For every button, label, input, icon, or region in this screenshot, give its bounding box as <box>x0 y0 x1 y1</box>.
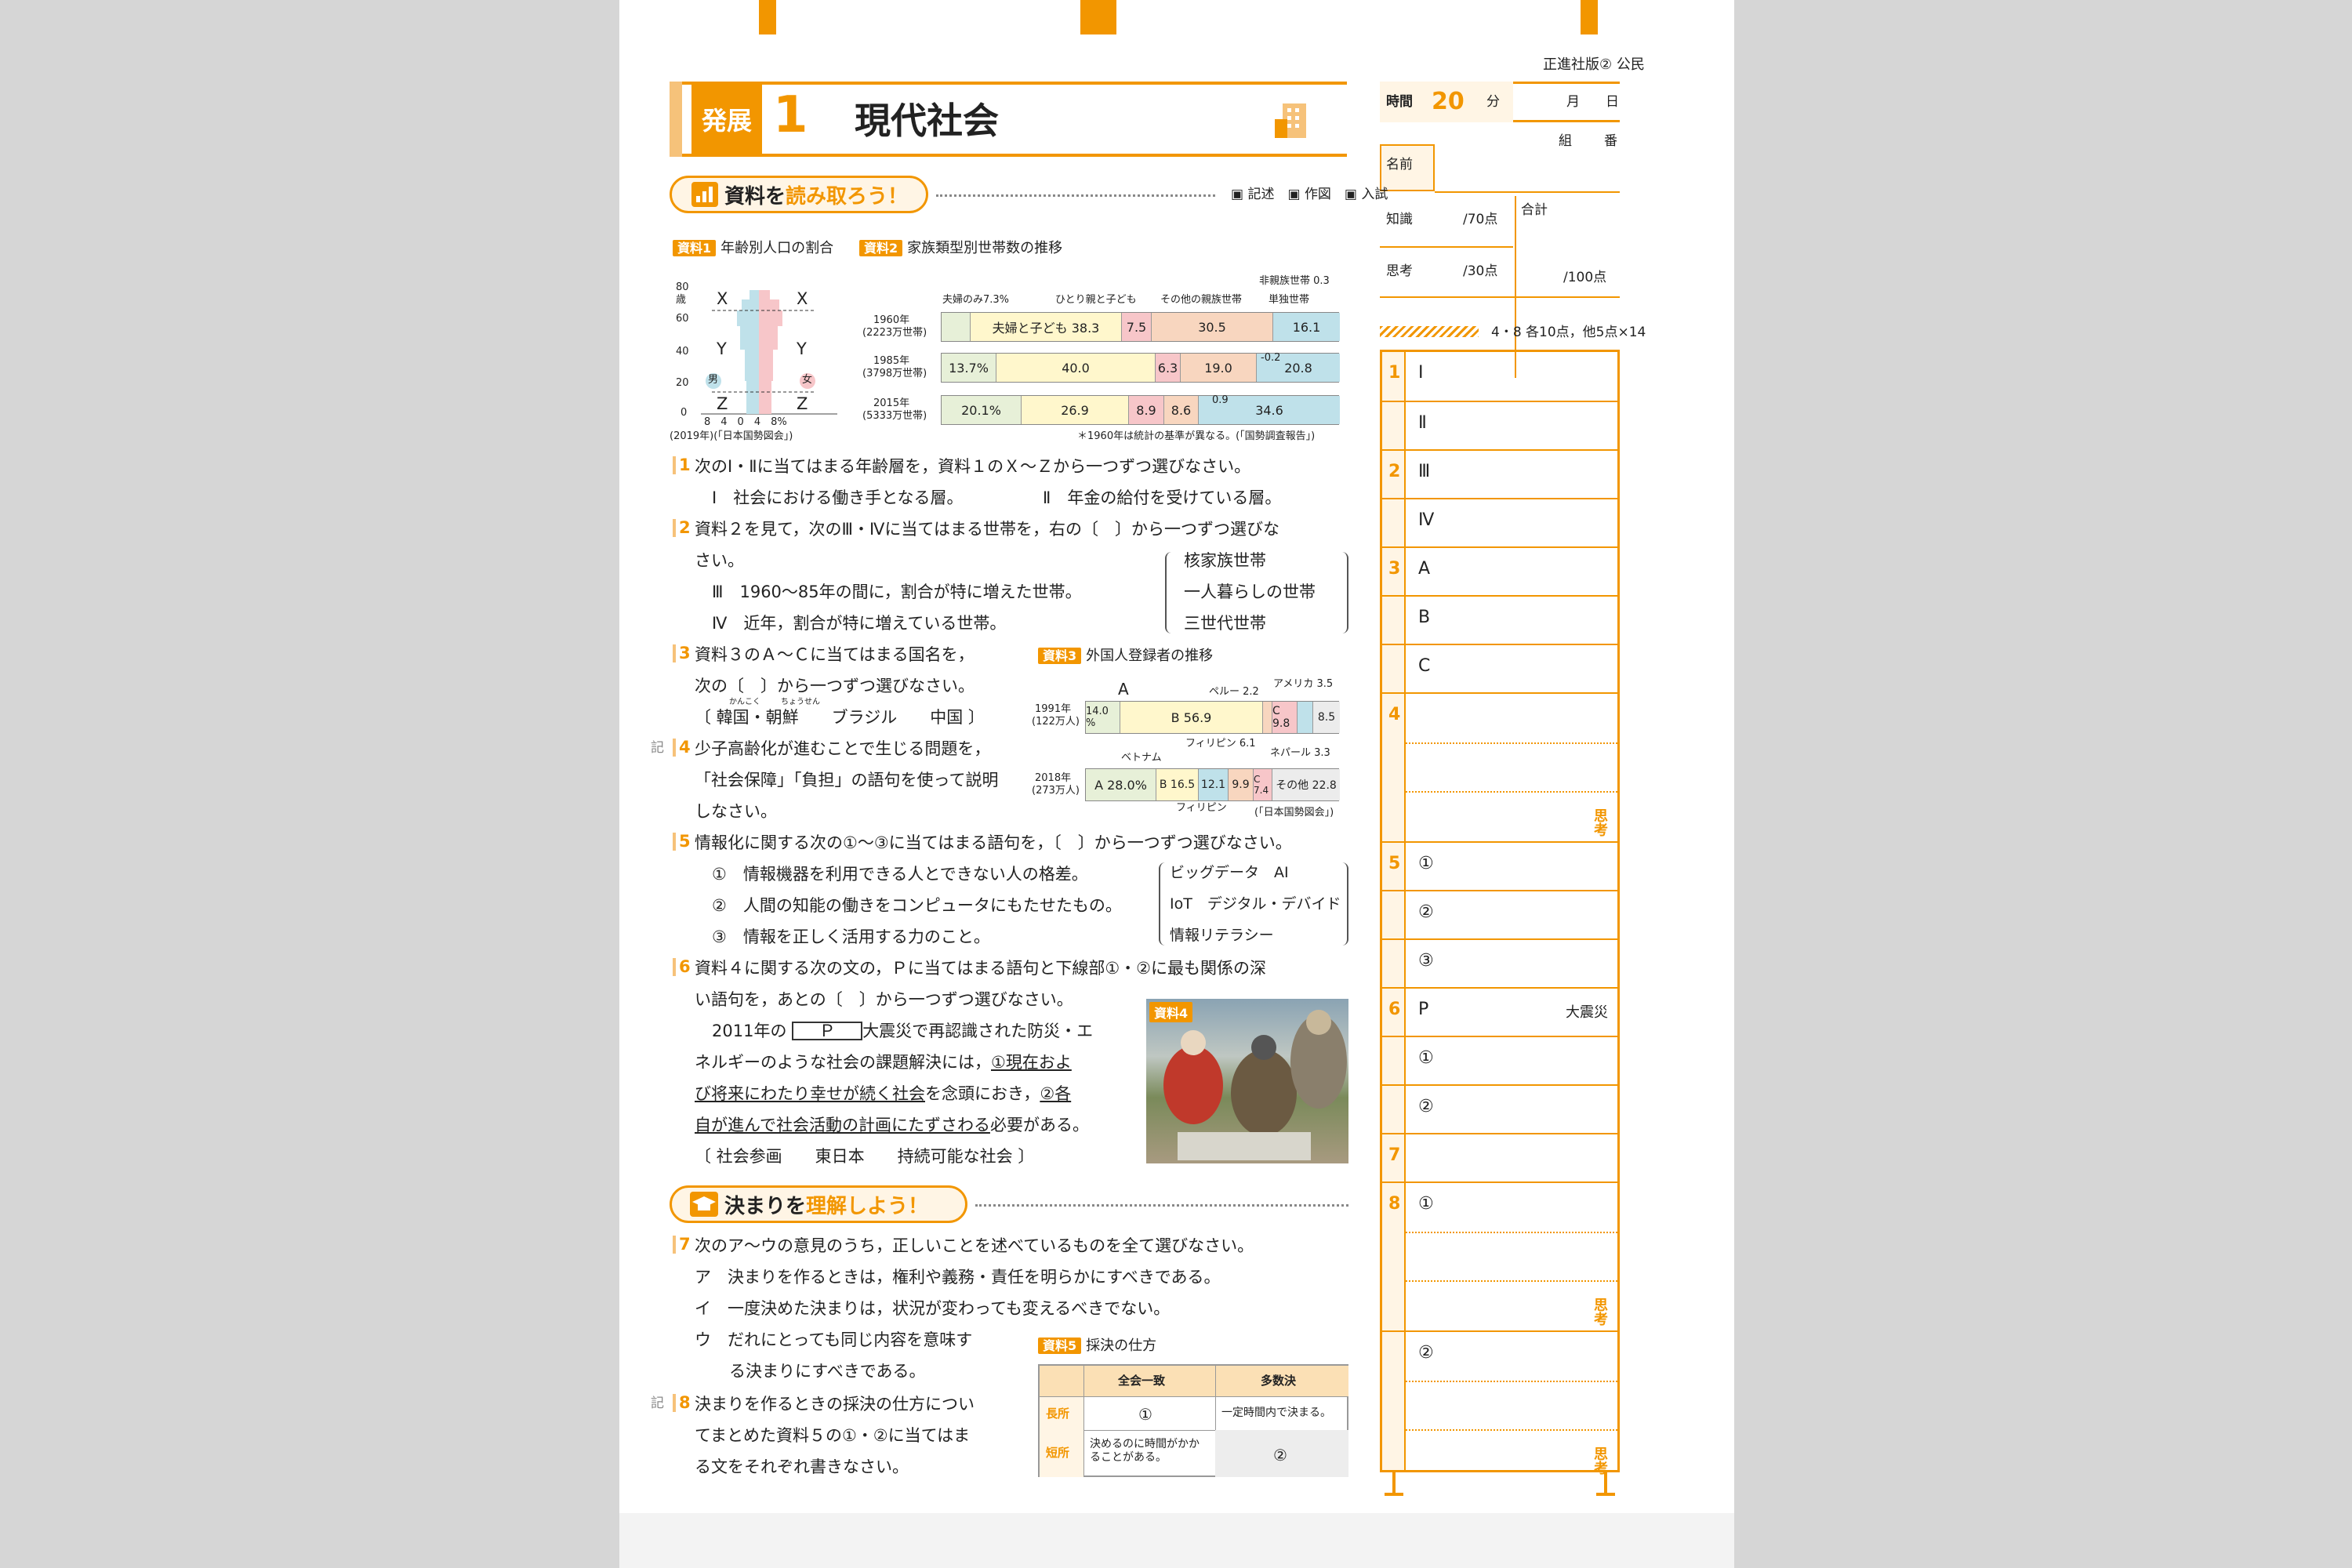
building-icon <box>1270 96 1317 143</box>
answer-row[interactable]: B <box>1382 595 1617 644</box>
answer-label: Ⅰ <box>1418 363 1424 383</box>
answer-label: ② <box>1418 1343 1434 1363</box>
q2-number: 2 <box>673 518 691 538</box>
q3-number: 3 <box>673 644 691 663</box>
answer-row[interactable]: ② 思考 <box>1382 1330 1617 1479</box>
answer-label: B <box>1418 608 1431 627</box>
answer-label: ① <box>1418 1194 1434 1214</box>
binder-tab <box>1080 0 1116 34</box>
answer-row[interactable]: ② <box>1382 890 1617 938</box>
info-panel: 時間 20 分 月 日 組 番 名前 知識 /70点 思考 /30点 合計 /1… <box>1380 82 1620 378</box>
answer-row[interactable]: Ⅳ <box>1382 498 1617 546</box>
binder-tab <box>759 0 776 34</box>
page-title: 現代社会 <box>855 100 999 142</box>
q6-number: 6 <box>673 957 691 977</box>
time-value: 20 <box>1432 88 1465 115</box>
thinking-mark: 思考 <box>1592 1298 1608 1326</box>
blank-p: Ｐ <box>792 1022 863 1040</box>
answer-row[interactable]: 8 ① 思考 <box>1382 1181 1617 1330</box>
q1-number: 1 <box>673 456 691 475</box>
population-pyramid: 80 60 40 20 0 歳 XX YY ZZ 男 女 8 4 0 4 8% <box>673 281 837 439</box>
answer-suffix: 大震災 <box>1566 1004 1608 1021</box>
answer-number: 6 <box>1388 1000 1401 1019</box>
answer-label: Ⅱ <box>1418 413 1427 433</box>
legend: ▣ 記述 ▣ 作図 ▣ 入試 <box>1231 187 1388 202</box>
answer-label: Ⅳ <box>1418 510 1435 530</box>
mat3-caption: 資料3 外国人登録者の推移 <box>1038 648 1213 665</box>
answer-number: 2 <box>1388 462 1401 481</box>
mat5-caption: 資料5 採決の仕方 <box>1038 1338 1156 1355</box>
name-label: 名前 <box>1386 157 1413 172</box>
answer-row[interactable]: 1Ⅰ <box>1382 352 1617 401</box>
answer-row[interactable]: ③ <box>1382 938 1617 987</box>
answer-label: ① <box>1418 1048 1434 1068</box>
answer-label: A <box>1418 559 1431 579</box>
foreign-residents-2018: A 28.0% B 16.5 12.1 9.9 C 7.4 その他 22.8 <box>1085 768 1340 801</box>
answer-number: 7 <box>1388 1145 1401 1165</box>
answer-label: ② <box>1418 1097 1434 1116</box>
graduation-cap-icon <box>690 1192 718 1217</box>
binder-tab <box>1581 0 1598 34</box>
badge-hatten: 発展 <box>691 82 762 157</box>
chart-icon <box>691 182 718 207</box>
q4-number: 4 <box>673 738 691 757</box>
answer-number: 3 <box>1388 559 1401 579</box>
page-bottom <box>619 1513 1734 1568</box>
household-bar-1960: 夫婦と子ども 38.3 7.5 30.5 16.1 <box>941 312 1340 342</box>
answer-row[interactable]: 4 思考 <box>1382 692 1617 841</box>
disaster-photo: 資料4 <box>1146 999 1348 1163</box>
answer-row[interactable]: 2Ⅲ <box>1382 449 1617 498</box>
answer-label: P <box>1418 1000 1429 1019</box>
answer-number: 8 <box>1388 1194 1401 1214</box>
mat2-caption: 資料2 家族類型別世帯数の推移 <box>859 240 1062 257</box>
answer-row[interactable]: 7 <box>1382 1133 1617 1181</box>
unit-number: 1 <box>773 86 808 144</box>
answer-number: 1 <box>1388 363 1401 383</box>
q7-number: 7 <box>673 1235 691 1254</box>
answer-label: ① <box>1418 854 1434 873</box>
worksheet-page: 発展 1 現代社会 正進社版② 公民 時間 20 分 月 日 組 番 名前 知識… <box>619 0 1734 1568</box>
answer-row[interactable]: Ⅱ <box>1382 401 1617 449</box>
answer-row[interactable]: 3A <box>1382 546 1617 595</box>
answer-row[interactable]: 5① <box>1382 841 1617 890</box>
q5-number: 5 <box>673 832 691 851</box>
mat1-caption: 資料1 年齢別人口の割合 <box>673 240 833 257</box>
voting-table: 全会一致 多数決 長所 ① 一定時間内で決まる。 短所 決めるのに時間がかかるこ… <box>1038 1364 1348 1477</box>
publisher: 正進社版② 公民 <box>1543 56 1645 73</box>
answer-sheet: 1 Ⅰ Ⅱ 2 Ⅲ Ⅳ 3 A B C 4 思考 5 ① ② ③ 6 P 大震災 ① ② 7 8 ① 思考 ② 思考 <box>1380 350 1620 1475</box>
foreign-residents-1991: 14.0 % B 56.9 C 9.8 8.5 <box>1085 701 1340 734</box>
points-note: 4・8 各10点，他5点×14 <box>1491 325 1646 340</box>
title-bar <box>670 82 1347 157</box>
answer-row[interactable]: ② <box>1382 1084 1617 1133</box>
answer-number: 4 <box>1388 705 1401 724</box>
answer-row[interactable]: 6 P 大震災 <box>1382 987 1617 1036</box>
answer-row[interactable]: ① <box>1382 1036 1617 1084</box>
answer-label: ③ <box>1418 951 1434 971</box>
answer-row[interactable]: C <box>1382 644 1617 692</box>
q8-number: 8 <box>673 1393 691 1413</box>
answer-label: ② <box>1418 902 1434 922</box>
thinking-mark: 思考 <box>1592 808 1608 837</box>
thinking-mark: 思考 <box>1592 1446 1608 1475</box>
answer-number: 5 <box>1388 854 1401 873</box>
answer-label: C <box>1418 656 1431 676</box>
household-bar-2015: 20.1% 26.9 8.9 8.6 34.6 <box>941 395 1340 425</box>
answer-label: Ⅲ <box>1418 462 1431 481</box>
